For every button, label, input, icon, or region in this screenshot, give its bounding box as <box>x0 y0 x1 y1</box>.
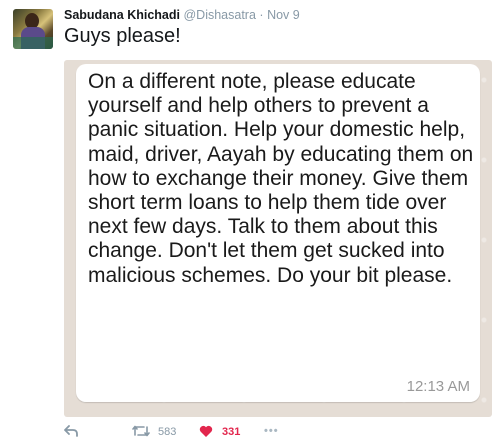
tweet-date[interactable]: Nov 9 <box>267 8 300 22</box>
avatar-background <box>13 37 53 49</box>
attached-image[interactable]: On a different note, please educate your… <box>64 60 492 417</box>
reply-button[interactable] <box>64 424 78 438</box>
retweet-count: 583 <box>158 426 177 438</box>
message-time: 12:13 AM <box>406 378 470 395</box>
tweet-text: Guys please! <box>64 25 181 47</box>
like-count: 331 <box>222 426 241 438</box>
heart-icon <box>199 425 213 438</box>
reply-icon <box>64 425 78 437</box>
like-button[interactable] <box>199 424 213 438</box>
avatar[interactable] <box>13 9 53 49</box>
retweet-button[interactable] <box>132 424 150 438</box>
message-bubble: On a different note, please educate your… <box>76 64 480 402</box>
separator: · <box>259 8 264 22</box>
author-handle[interactable]: @Dishasatra <box>183 8 255 22</box>
tweet-header: Sabudana Khichadi @Dishasatra · Nov 9 <box>64 8 300 22</box>
retweet-icon <box>132 425 150 437</box>
author-name[interactable]: Sabudana Khichadi <box>64 8 180 22</box>
message-text: On a different note, please educate your… <box>88 70 474 287</box>
more-button[interactable]: ••• <box>264 424 279 438</box>
